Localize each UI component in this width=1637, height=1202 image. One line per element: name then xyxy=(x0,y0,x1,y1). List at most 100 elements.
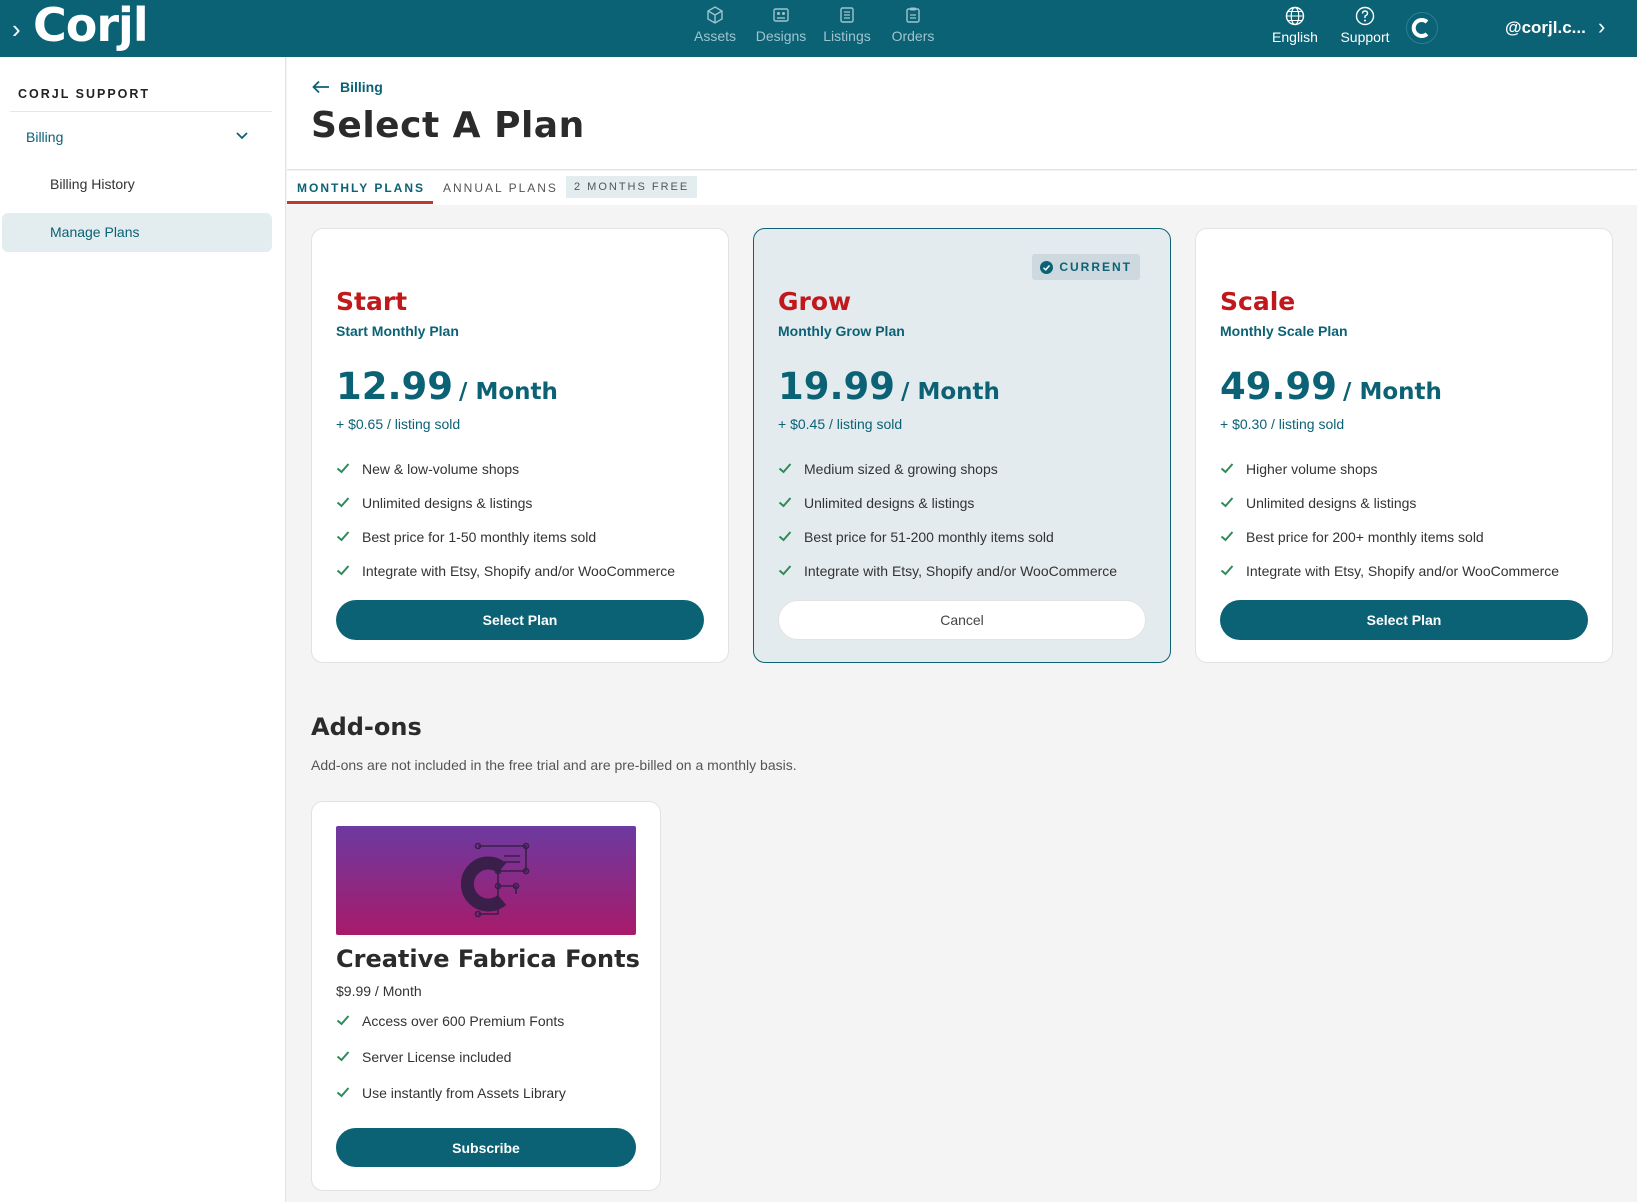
check-icon xyxy=(336,1085,362,1121)
check-icon xyxy=(336,461,362,478)
listings-icon xyxy=(814,4,880,26)
language-label: English xyxy=(1272,29,1318,45)
feature-item: Best price for 51-200 monthly items sold xyxy=(778,529,1117,563)
feature-text: Integrate with Etsy, Shopify and/or WooC… xyxy=(1246,563,1560,579)
check-icon xyxy=(1220,563,1246,580)
check-circle-icon xyxy=(1040,260,1054,274)
feature-item: Integrate with Etsy, Shopify and/or WooC… xyxy=(1220,563,1559,597)
page-header: Billing Select A Plan xyxy=(287,57,1637,170)
check-icon xyxy=(336,563,362,580)
feature-item: Integrate with Etsy, Shopify and/or WooC… xyxy=(336,563,675,597)
feature-text: Medium sized & growing shops xyxy=(804,461,998,477)
sidebar-item-manage-plans[interactable]: Manage Plans xyxy=(2,213,272,252)
plan-fee: + $0.30 / listing sold xyxy=(1220,416,1345,432)
nav-label: Orders xyxy=(891,28,935,44)
back-label: Billing xyxy=(340,79,383,95)
designs-icon xyxy=(748,4,814,26)
addons-title: Add-ons xyxy=(311,713,422,741)
addons-description: Add-ons are not included in the free tri… xyxy=(311,757,797,773)
main-nav: Assets Designs Listings Orders xyxy=(682,4,946,44)
support-label: Support xyxy=(1340,29,1390,45)
feature-text: Unlimited designs & listings xyxy=(1246,495,1417,511)
feature-list: Medium sized & growing shops Unlimited d… xyxy=(778,461,1117,597)
addon-name: Creative Fabrica Fonts xyxy=(336,945,640,973)
price-amount: 49.99 xyxy=(1220,365,1338,408)
plan-card-start: Start Start Monthly Plan 12.99/ Month + … xyxy=(311,228,729,663)
language-button[interactable]: English xyxy=(1262,4,1328,54)
feature-text: New & low-volume shops xyxy=(362,461,520,477)
plan-price: 12.99/ Month xyxy=(336,365,558,408)
feature-item: Access over 600 Premium Fonts xyxy=(336,1013,566,1049)
subscribe-button[interactable]: Subscribe xyxy=(336,1128,636,1167)
feature-text: Unlimited designs & listings xyxy=(362,495,533,511)
plan-price: 19.99/ Month xyxy=(778,365,1000,408)
feature-item: Best price for 1-50 monthly items sold xyxy=(336,529,675,563)
plan-card-grow: CURRENT Grow Monthly Grow Plan 19.99/ Mo… xyxy=(753,228,1171,663)
top-bar: › Corjl Assets Designs Listings Orders E… xyxy=(0,0,1637,57)
avatar[interactable] xyxy=(1406,12,1438,44)
plan-subtitle: Monthly Grow Plan xyxy=(778,323,905,339)
sidebar-title: CORJL SUPPORT xyxy=(18,87,151,101)
help-icon xyxy=(1328,4,1402,28)
nav-item-orders[interactable]: Orders xyxy=(880,4,946,44)
feature-item: Medium sized & growing shops xyxy=(778,461,1117,495)
feature-text: Higher volume shops xyxy=(1246,461,1378,477)
check-icon xyxy=(1220,461,1246,478)
check-icon xyxy=(336,1013,362,1049)
feature-text: Integrate with Etsy, Shopify and/or WooC… xyxy=(804,563,1118,579)
plan-fee: + $0.65 / listing sold xyxy=(336,416,461,432)
feature-item: Server License included xyxy=(336,1049,566,1085)
back-link[interactable]: Billing xyxy=(312,79,383,95)
price-amount: 19.99 xyxy=(778,365,896,408)
user-handle[interactable]: @corjl.c... xyxy=(1505,18,1586,38)
price-period: / Month xyxy=(1343,379,1442,405)
feature-item: Unlimited designs & listings xyxy=(778,495,1117,529)
addon-feature-list: Access over 600 Premium Fonts Server Lic… xyxy=(336,1013,566,1121)
nav-item-listings[interactable]: Listings xyxy=(814,4,880,44)
plan-fee: + $0.45 / listing sold xyxy=(778,416,903,432)
check-icon xyxy=(1220,495,1246,512)
check-icon xyxy=(778,495,804,512)
select-plan-button[interactable]: Select Plan xyxy=(336,600,704,640)
divider xyxy=(10,111,272,112)
nav-item-designs[interactable]: Designs xyxy=(748,4,814,44)
support-button[interactable]: Support xyxy=(1328,4,1402,54)
current-badge: CURRENT xyxy=(1032,254,1140,280)
feature-item: Best price for 200+ monthly items sold xyxy=(1220,529,1559,563)
cancel-plan-button[interactable]: Cancel xyxy=(778,600,1146,640)
corjl-logo[interactable]: Corjl xyxy=(33,0,149,52)
active-tab-indicator xyxy=(287,201,433,204)
nav-label: Listings xyxy=(823,28,871,44)
page-title: Select A Plan xyxy=(311,105,585,146)
feature-text: Access over 600 Premium Fonts xyxy=(362,1013,565,1029)
sidebar-section-billing[interactable]: Billing xyxy=(26,129,63,145)
feature-text: Best price for 200+ monthly items sold xyxy=(1246,529,1484,545)
feature-text: Server License included xyxy=(362,1049,512,1065)
sidebar-item-billing-history[interactable]: Billing History xyxy=(50,176,135,192)
nav-label: Designs xyxy=(755,28,807,44)
plan-name: Grow xyxy=(778,287,852,316)
plan-subtitle: Monthly Scale Plan xyxy=(1220,323,1348,339)
addon-card-creative-fabrica: Creative Fabrica Fonts $9.99 / Month Acc… xyxy=(311,801,661,1191)
plan-name: Start xyxy=(336,287,408,316)
feature-text: Best price for 1-50 monthly items sold xyxy=(362,529,597,545)
chevron-down-icon[interactable] xyxy=(235,129,249,148)
annual-discount-badge: 2 MONTHS FREE xyxy=(566,176,698,198)
check-icon xyxy=(336,529,362,546)
nav-item-assets[interactable]: Assets xyxy=(682,4,748,44)
plan-subtitle: Start Monthly Plan xyxy=(336,323,459,339)
tab-monthly-plans[interactable]: MONTHLY PLANS xyxy=(297,181,425,195)
user-chevron-icon[interactable]: › xyxy=(1598,14,1605,40)
feature-item: Unlimited designs & listings xyxy=(1220,495,1559,529)
check-icon xyxy=(336,1049,362,1085)
cube-icon xyxy=(682,4,748,26)
expand-menu-button[interactable]: › xyxy=(12,14,21,45)
select-plan-button[interactable]: Select Plan xyxy=(1220,600,1588,640)
check-icon xyxy=(778,563,804,580)
check-icon xyxy=(778,461,804,478)
sidebar: CORJL SUPPORT Billing Billing History Ma… xyxy=(0,57,286,1202)
tab-annual-plans[interactable]: ANNUAL PLANS xyxy=(443,181,558,195)
addon-price: $9.99 / Month xyxy=(336,983,422,999)
corjl-c-icon xyxy=(1411,18,1429,38)
feature-item: New & low-volume shops xyxy=(336,461,675,495)
